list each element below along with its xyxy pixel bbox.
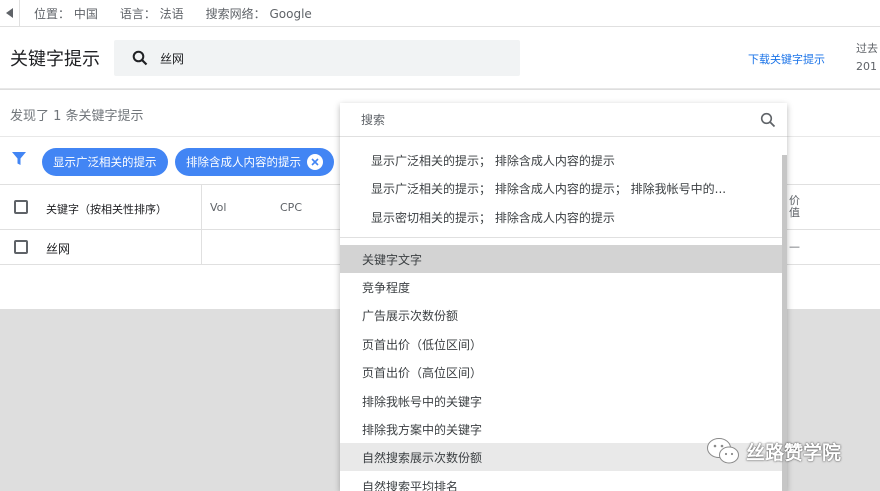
chip-broad-match[interactable]: 显示广泛相关的提示 [42, 148, 168, 176]
column-option-impression-share[interactable]: 广告展示次数份额 [340, 301, 782, 329]
location-setting[interactable]: 位置： 中国 [34, 5, 98, 22]
search-icon[interactable] [760, 112, 776, 128]
filter-icon[interactable] [12, 152, 26, 166]
dropdown-divider [340, 237, 787, 238]
column-header-cpc[interactable]: CPC [280, 201, 302, 214]
column-header-keyword[interactable]: 关键字（按相关性排序） [46, 201, 167, 217]
page-title: 关键字提示 [10, 49, 100, 70]
download-keywords-link[interactable]: 下载关键字提示 [748, 51, 825, 67]
close-icon [311, 158, 319, 166]
date-range-partial[interactable]: 过去 201 [856, 40, 878, 76]
date-range-label: 过去 [856, 42, 878, 55]
back-button[interactable] [0, 0, 20, 27]
column-option-competition[interactable]: 竞争程度 [340, 273, 782, 301]
suggestion-item[interactable]: 显示密切相关的提示； 排除含成人内容的提示 [371, 209, 615, 226]
watermark: 丝路赞学院 [706, 436, 841, 466]
row-keyword: 丝网 [46, 242, 71, 256]
chip-label: 排除含成人内容的提示 [186, 155, 301, 169]
suggestion-item[interactable]: 显示广泛相关的提示； 排除含成人内容的提示； 排除我帐号中的... [371, 180, 726, 197]
chevron-left-icon [5, 8, 13, 18]
column-header-vol[interactable]: Vol [210, 201, 226, 214]
dropdown-search-input[interactable] [340, 103, 740, 136]
search-icon [132, 50, 148, 66]
column-option-exclude-account[interactable]: 排除我帐号中的关键字 [340, 387, 782, 415]
chip-label: 显示广泛相关的提示 [53, 155, 157, 169]
watermark-text: 丝路赞学院 [746, 441, 842, 464]
column-option-top-bid-high[interactable]: 页首出价（高位区间） [340, 358, 782, 386]
language-setting[interactable]: 语言： 法语 [120, 5, 184, 22]
page-header: 关键字提示 丝网 下载关键字提示 过去 201 [0, 27, 880, 89]
column-option-top-bid-low[interactable]: 页首出价（低位区间） [340, 330, 782, 358]
keyword-search-box[interactable]: 丝网 [114, 40, 520, 76]
select-all-checkbox[interactable] [14, 200, 28, 214]
chip-remove-button[interactable] [307, 154, 323, 170]
keyword-search-value[interactable]: 丝网 [160, 50, 184, 67]
row-checkbox[interactable] [14, 240, 28, 254]
date-range-value: 201 [856, 60, 877, 73]
chat-bubbles-icon [707, 438, 739, 464]
column-header-partial: 价 值 [789, 195, 800, 219]
results-count: 发现了 1 条关键字提示 [10, 109, 144, 124]
dropdown-search [340, 103, 787, 137]
network-setting[interactable]: 搜索网络： Google [206, 5, 312, 22]
column-picker-dropdown: 显示广泛相关的提示； 排除含成人内容的提示 显示广泛相关的提示； 排除含成人内容… [340, 103, 787, 491]
suggestion-item[interactable]: 显示广泛相关的提示； 排除含成人内容的提示 [371, 152, 615, 169]
row-value-partial: — [789, 240, 800, 253]
column-option-organic-avg-position[interactable]: 自然搜索平均排名 [340, 472, 782, 491]
column-header-partial-line2: 值 [789, 206, 800, 219]
column-option-keyword-text[interactable]: 关键字文字 [340, 245, 782, 273]
chip-exclude-adult[interactable]: 排除含成人内容的提示 [175, 148, 334, 176]
location-bar: 位置： 中国 语言： 法语 搜索网络： Google [0, 0, 880, 27]
